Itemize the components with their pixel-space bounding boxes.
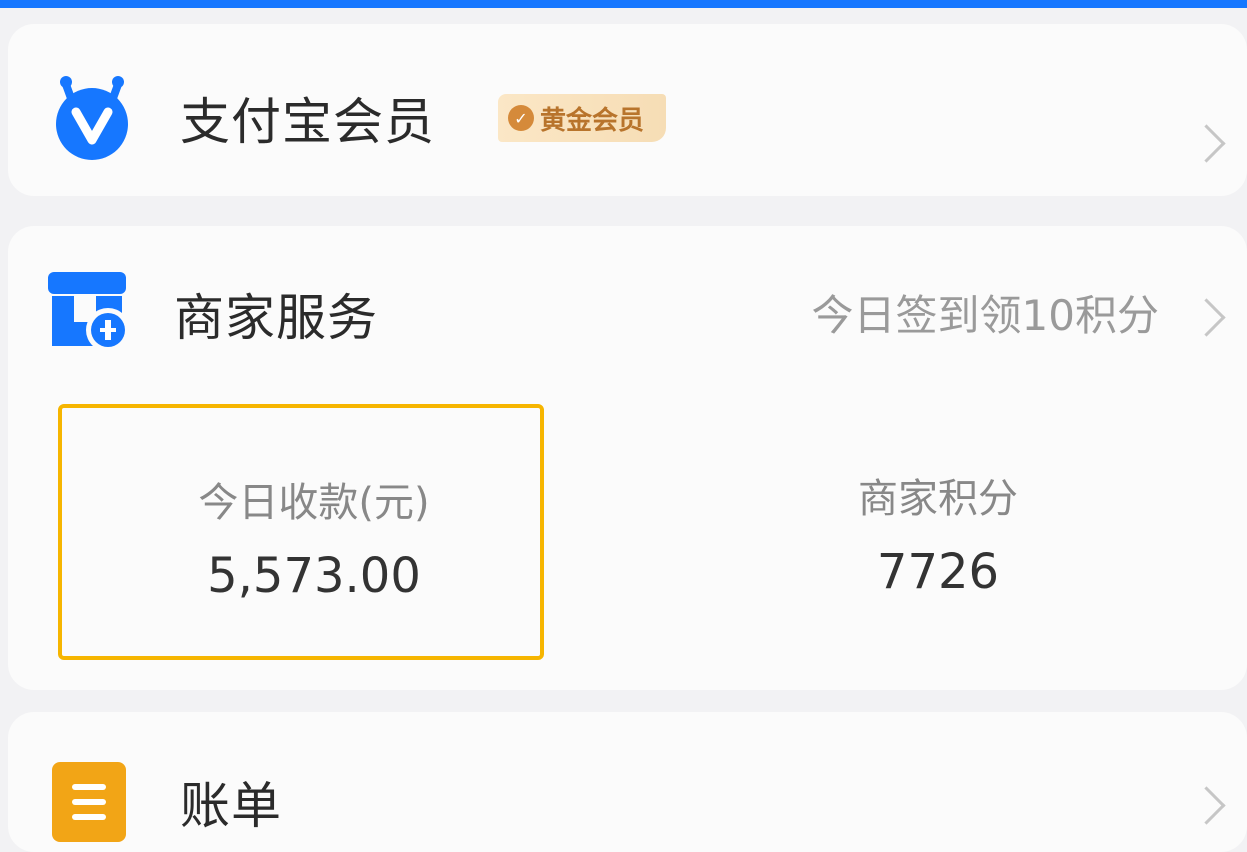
bill-card[interactable]: 账单 <box>8 712 1247 852</box>
today-income-label: 今日收款(元) <box>198 480 430 526</box>
today-income-value: 5,573.00 <box>207 548 421 604</box>
shop-icon <box>48 272 130 352</box>
alipay-member-icon <box>56 76 128 160</box>
chevron-right-icon <box>1187 124 1226 163</box>
merchant-points-label: 商家积分 <box>858 476 1018 522</box>
bill-title: 账单 <box>180 777 282 835</box>
badge-shield-icon: ✓ <box>508 105 534 131</box>
gold-member-badge-label: 黄金会员 <box>540 105 645 136</box>
today-income-highlight[interactable] <box>58 404 544 660</box>
chevron-right-icon <box>1187 786 1226 825</box>
top-accent-bar <box>0 0 1247 8</box>
member-card[interactable]: 支付宝会员 ✓ 黄金会员 <box>8 24 1247 196</box>
merchant-service-card: 商家服务 今日签到领10积分 今日收款(元) 5,573.00 商家积分 772… <box>8 226 1247 690</box>
merchant-service-title: 商家服务 <box>174 289 378 347</box>
chevron-right-icon[interactable] <box>1187 298 1226 337</box>
checkin-link[interactable]: 今日签到领10积分 <box>812 282 1159 343</box>
bill-icon <box>52 762 126 842</box>
gold-member-badge: ✓ 黄金会员 <box>498 94 667 142</box>
merchant-points-value[interactable]: 7726 <box>877 544 999 600</box>
member-title: 支付宝会员 <box>180 93 435 151</box>
